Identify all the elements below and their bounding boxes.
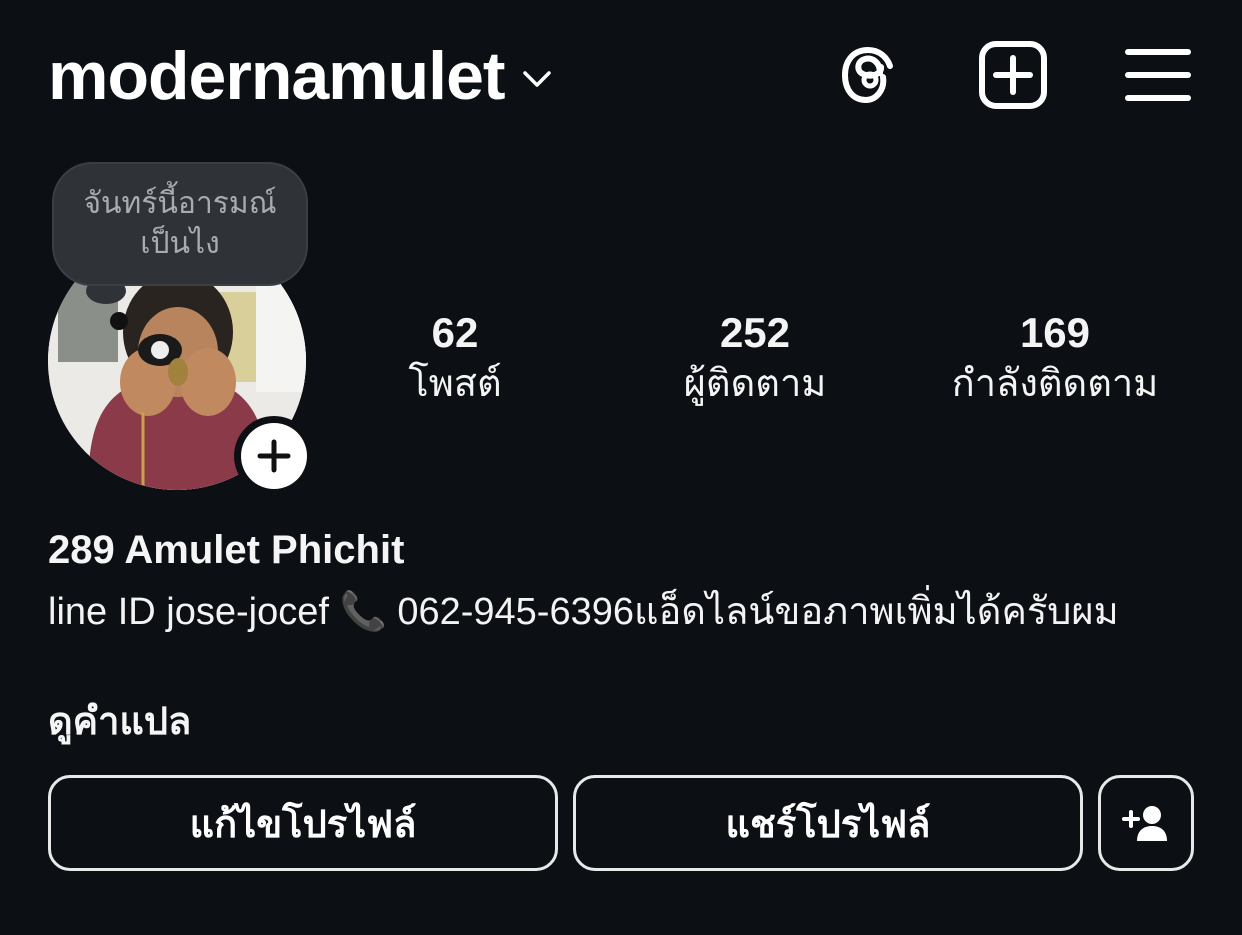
edit-profile-label: แก้ไขโปรไฟล์: [189, 803, 417, 846]
add-person-icon: [1122, 806, 1167, 841]
bio-text: line ID jose-jocef 📞 062-945-6396แอ็ดไลน…: [48, 591, 1119, 633]
following-count: 169: [1019, 309, 1091, 356]
share-profile-button[interactable]: แชร์โปรไฟล์: [573, 775, 1083, 871]
followers-count: 252: [719, 309, 791, 356]
followers-label: ผู้ติดตาม: [683, 363, 827, 405]
following-label: กำลังติดตาม: [951, 363, 1159, 405]
note-text-line1: จันทร์นี้อารมณ์: [83, 187, 277, 220]
posts-count: 62: [431, 309, 479, 356]
add-story-button[interactable]: [234, 416, 314, 496]
threads-icon[interactable]: [834, 40, 904, 110]
stat-following[interactable]: 169 กำลังติดตาม: [920, 310, 1190, 412]
note-bubble[interactable]: จันทร์นี้อารมณ์ เป็นไง: [52, 162, 308, 286]
username: modernamulet: [48, 38, 506, 114]
menu-icon[interactable]: [1122, 40, 1192, 110]
note-tail-dot: [110, 312, 128, 330]
edit-profile-button[interactable]: แก้ไขโปรไฟล์: [48, 775, 558, 871]
share-profile-label: แชร์โปรไฟล์: [725, 803, 931, 846]
plus-icon: [257, 439, 291, 473]
note-text-line2: เป็นไง: [140, 227, 220, 260]
create-plus-icon[interactable]: [978, 40, 1048, 110]
display-name: 289 Amulet Phichit: [48, 528, 405, 572]
stat-followers[interactable]: 252 ผู้ติดตาม: [620, 310, 890, 412]
discover-people-button[interactable]: [1098, 775, 1194, 871]
chevron-down-icon: [522, 71, 551, 87]
account-switcher[interactable]: modernamulet: [48, 34, 555, 118]
see-translation-link[interactable]: ดูคำแปล: [48, 696, 191, 748]
posts-label: โพสต์: [408, 363, 502, 405]
stat-posts[interactable]: 62 โพสต์: [320, 310, 590, 412]
